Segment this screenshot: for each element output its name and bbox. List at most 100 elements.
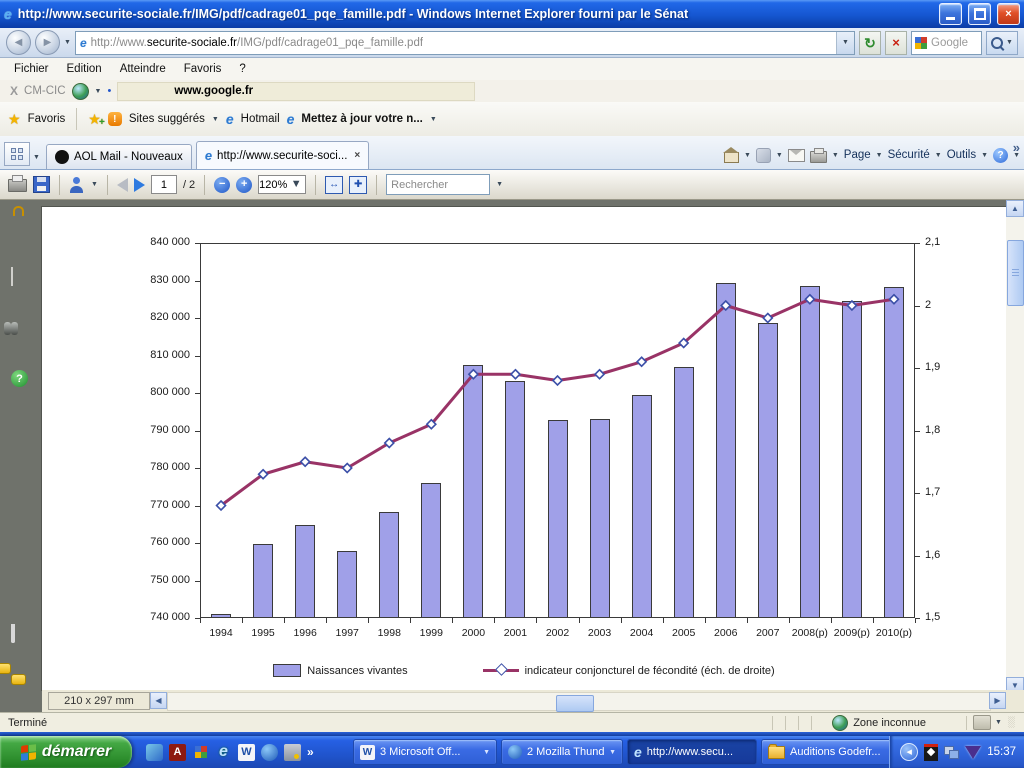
help-icon[interactable]: ? (993, 148, 1008, 163)
tools-caret[interactable]: ▼ (981, 152, 988, 159)
restore-button[interactable] (968, 3, 991, 25)
change-zoom-icon[interactable] (973, 715, 991, 730)
help-badge-icon[interactable]: ? (11, 370, 28, 387)
quicklaunch-ie-icon[interactable]: e (215, 744, 232, 761)
quicklaunch-network-icon[interactable] (284, 744, 301, 761)
pdf-collab-button[interactable] (69, 177, 85, 193)
horizontal-scrollbar[interactable] (167, 692, 991, 711)
tray-network-icon[interactable] (944, 746, 959, 759)
tray-app-icon[interactable] (924, 744, 938, 761)
url-dropdown-button[interactable]: ▼ (836, 32, 854, 54)
attachments-icon[interactable] (11, 624, 15, 642)
quicklaunch-google-icon[interactable] (192, 744, 209, 761)
search-input[interactable]: Google (911, 31, 982, 55)
forward-button[interactable]: ▶ (35, 30, 60, 55)
taskbar-button-office[interactable]: W 3 Microsoft Off... ▼ (353, 739, 497, 765)
stop-icon: × (892, 36, 900, 49)
quick-tabs-button[interactable] (4, 142, 30, 166)
menu-fichier[interactable]: Fichier (6, 61, 57, 77)
page-menu[interactable]: Page (844, 149, 871, 161)
pdf-fit-page-button[interactable]: ✚ (349, 176, 367, 194)
quicklaunch-acrobat-icon[interactable]: A (169, 744, 186, 761)
pdf-next-page-button[interactable] (134, 178, 145, 192)
minimize-button[interactable] (939, 3, 962, 25)
overflow-chevron[interactable]: » (1013, 140, 1020, 155)
pdf-page-number-input[interactable] (151, 175, 177, 194)
hotmail-link[interactable]: Hotmail (241, 113, 280, 125)
quicklaunch-word-icon[interactable]: W (238, 744, 255, 761)
tab-list-caret[interactable]: ▼ (33, 154, 40, 161)
y-right-tick (915, 556, 920, 557)
cmcic-close-button[interactable]: X (10, 84, 18, 98)
pdf-search-input[interactable] (386, 174, 490, 195)
horizontal-scroll-thumb[interactable] (556, 695, 594, 712)
update-link[interactable]: Mettez à jour votre n... (301, 113, 422, 125)
tray-shield-icon[interactable] (965, 746, 981, 759)
change-zoom-caret[interactable]: ▼ (995, 719, 1002, 726)
pdf-collab-caret[interactable]: ▼ (91, 181, 98, 188)
tab-aol-mail[interactable]: AOL Mail - Nouveaux (46, 144, 192, 169)
pdf-page: Naissances vivantes indicateur conjonctu… (42, 207, 1006, 690)
security-caret[interactable]: ▼ (935, 152, 942, 159)
read-mail-icon[interactable] (788, 149, 805, 162)
print-caret[interactable]: ▼ (832, 152, 839, 159)
tools-menu[interactable]: Outils (947, 149, 976, 161)
pages-panel-icon[interactable] (11, 268, 13, 286)
history-caret[interactable]: ▼ (64, 39, 71, 46)
quicklaunch-thunderbird-icon[interactable] (261, 744, 278, 761)
suggested-sites-button[interactable]: Sites suggérés (129, 113, 205, 125)
search-button[interactable]: ▼ (986, 31, 1018, 55)
pdf-search-caret[interactable]: ▼ (496, 181, 503, 188)
favorites-button[interactable]: Favoris (28, 113, 66, 125)
start-button[interactable]: démarrer (0, 736, 132, 768)
tab-securite-sociale[interactable]: e http://www.securite-soci... × (196, 141, 369, 169)
home-icon[interactable] (724, 152, 739, 163)
quicklaunch-overflow[interactable]: » (307, 745, 314, 759)
menu-edition[interactable]: Edition (59, 61, 110, 77)
pdf-save-button[interactable] (33, 176, 50, 193)
y-right-tick (915, 368, 920, 369)
y-right-tick-label: 1,6 (925, 549, 959, 561)
quicklaunch-app-icon[interactable] (146, 744, 163, 761)
taskbar-button-folder[interactable]: Auditions Godefr... (761, 739, 893, 765)
vertical-scroll-thumb[interactable] (1007, 240, 1024, 306)
stop-button[interactable]: × (885, 31, 907, 55)
page-caret[interactable]: ▼ (876, 152, 883, 159)
cmcic-caret[interactable]: ▼ (95, 88, 102, 95)
close-button[interactable]: × (997, 3, 1020, 25)
cmcic-site-field[interactable]: www.google.fr (117, 82, 475, 101)
pdf-fit-width-button[interactable]: ↔ (325, 176, 343, 194)
scroll-left-button[interactable]: ◀ (150, 692, 167, 709)
print-icon[interactable] (810, 151, 827, 163)
security-menu[interactable]: Sécurité (888, 149, 930, 161)
pdf-zoom-in-button[interactable]: + (236, 177, 252, 193)
menu-favoris[interactable]: Favoris (176, 61, 230, 77)
feeds-caret[interactable]: ▼ (776, 152, 783, 159)
back-button[interactable]: ◀ (6, 30, 31, 55)
pdf-zoom-out-button[interactable]: − (214, 177, 230, 193)
pdf-zoom-caret[interactable]: ▼ (287, 179, 305, 190)
refresh-button[interactable]: ↻ (859, 31, 881, 55)
y-left-tick-label: 740 000 (120, 611, 190, 623)
add-favorite-button[interactable]: ★ (88, 112, 101, 126)
url-field[interactable]: e http://www.securite-sociale.fr/IMG/pdf… (75, 31, 855, 55)
taskbar-button-ie[interactable]: e http://www.secu... (627, 739, 757, 765)
tab-close-button[interactable]: × (354, 150, 360, 161)
pdf-zoom-level[interactable]: 120%▼ (258, 175, 306, 194)
menu-atteindre[interactable]: Atteindre (112, 61, 174, 77)
taskbar-button-thunderbird[interactable]: 2 Mozilla Thund... ▼ (501, 739, 623, 765)
pdf-print-button[interactable] (8, 179, 27, 192)
update-caret[interactable]: ▼ (430, 116, 437, 123)
pdf-prev-page-button[interactable] (117, 178, 128, 192)
vertical-scrollbar[interactable]: ▲ ▼ (1006, 200, 1024, 694)
tray-collapse-button[interactable]: ◀ (900, 743, 918, 761)
suggested-sites-caret[interactable]: ▼ (212, 116, 219, 123)
home-caret[interactable]: ▼ (744, 152, 751, 159)
line-marker (595, 370, 604, 379)
feeds-icon[interactable] (756, 148, 771, 163)
scroll-right-button[interactable]: ▶ (989, 692, 1006, 709)
menu-help[interactable]: ? (231, 61, 253, 77)
cmcic-toolbar: X CM-CIC ▼ • www.google.fr (0, 80, 1024, 103)
zone-label: Zone inconnue (853, 717, 926, 729)
scroll-up-button[interactable]: ▲ (1006, 200, 1024, 217)
